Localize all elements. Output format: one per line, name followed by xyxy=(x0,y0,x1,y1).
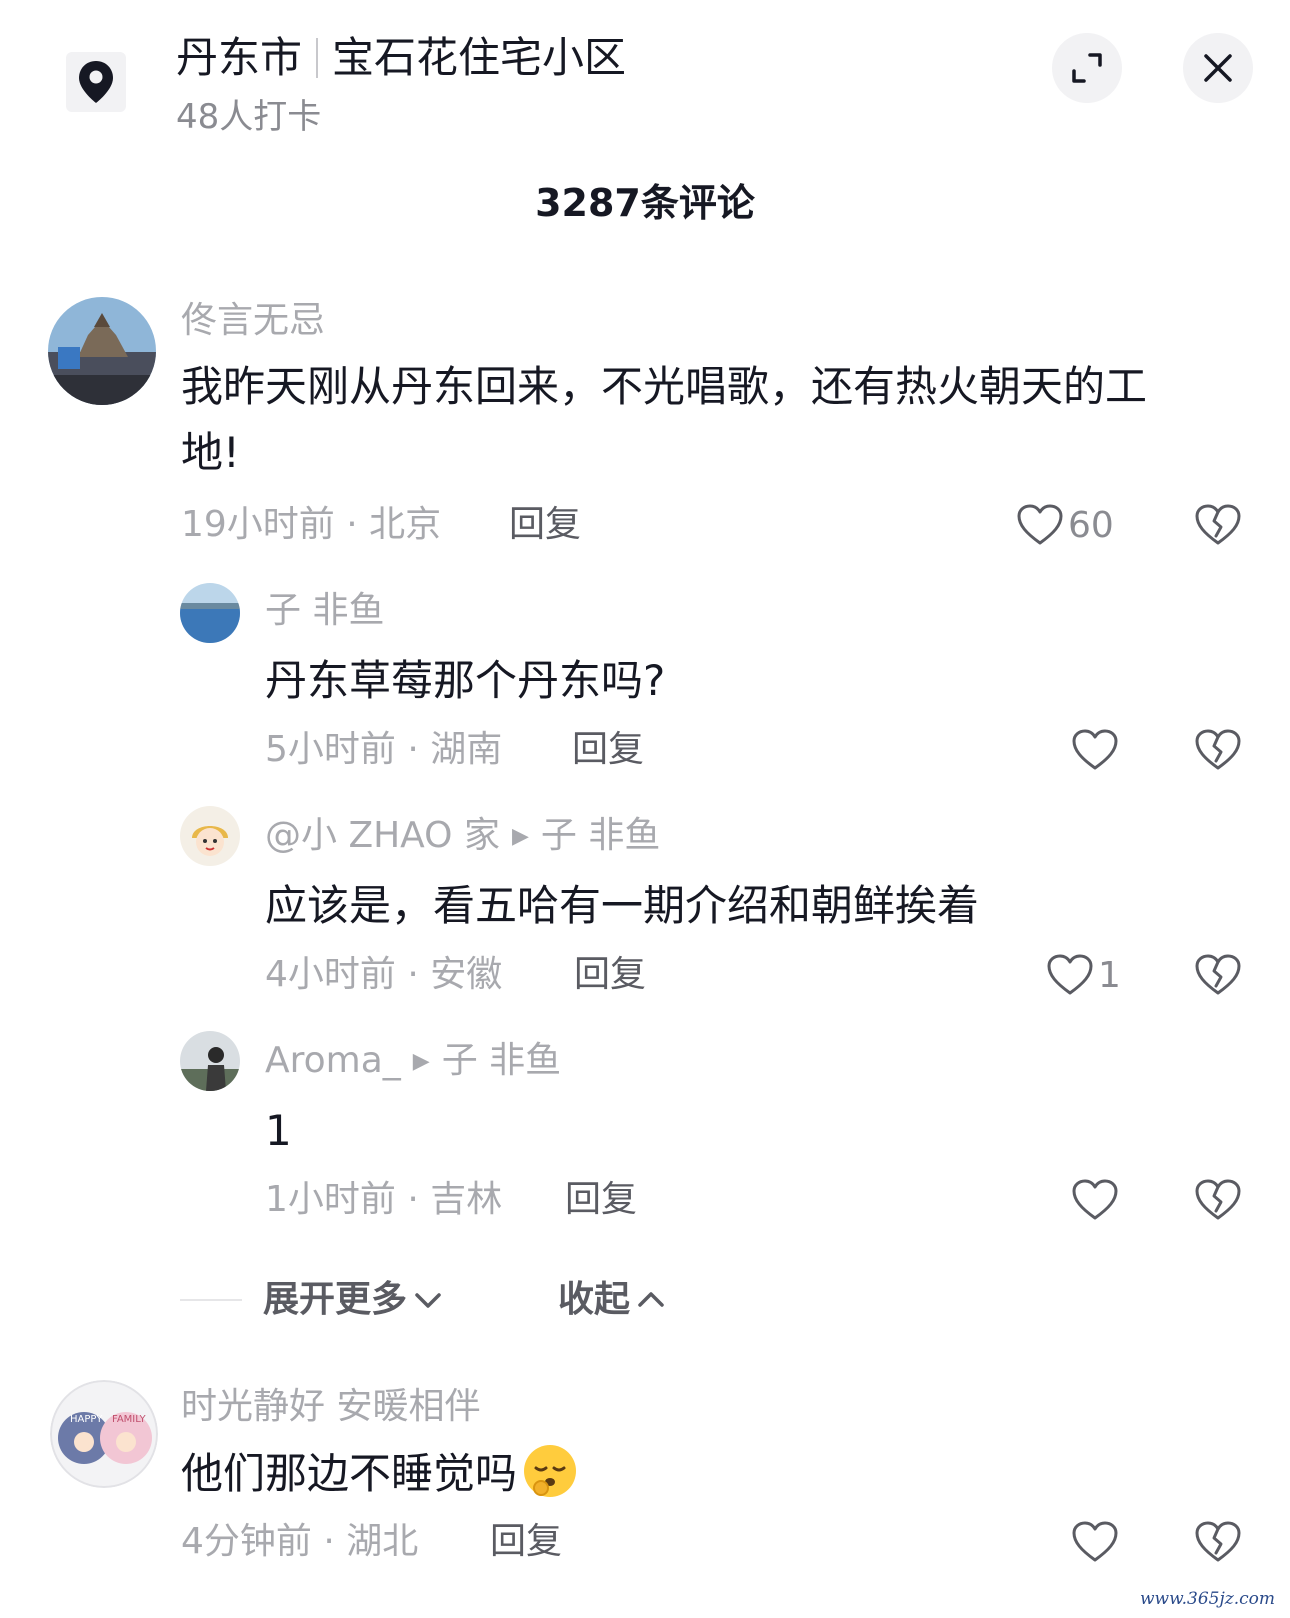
comment-text-line: 地! xyxy=(181,428,240,477)
broken-heart-icon xyxy=(1195,729,1241,770)
heart-icon xyxy=(1072,1521,1118,1562)
place-name: 宝石花住宅小区 xyxy=(332,33,627,82)
thread-divider xyxy=(180,1299,242,1301)
comment-text: 我昨天刚从丹东回来，不光唱歌，还有热火朝天的工 地! xyxy=(181,354,1147,486)
reply-button[interactable]: 回复 xyxy=(574,951,646,999)
dislike-button[interactable] xyxy=(1190,1514,1246,1570)
avatar[interactable] xyxy=(48,297,156,405)
city-name: 丹东市 xyxy=(176,33,303,82)
like-count: 60 xyxy=(1068,504,1114,546)
reply-target: 子 非鱼 xyxy=(540,815,661,856)
dislike-button[interactable] xyxy=(1190,497,1246,553)
reply-text: 丹东草莓那个丹东吗? xyxy=(265,656,666,705)
reply-text: 1 xyxy=(265,1106,292,1155)
reply-meta: 4小时前 · 安徽 xyxy=(265,954,503,995)
avatar[interactable] xyxy=(180,583,240,643)
expand-icon xyxy=(1072,53,1102,83)
reply-button[interactable]: 回复 xyxy=(565,1176,637,1224)
reply-target: 子 非鱼 xyxy=(441,1040,562,1081)
expand-more-label: 展开更多 xyxy=(263,1279,408,1320)
reply-author: @小 ZHAO 家 xyxy=(265,815,500,856)
dislike-button[interactable] xyxy=(1190,1172,1246,1228)
location-title[interactable]: 丹东市 宝石花住宅小区 xyxy=(176,30,626,86)
broken-heart-icon xyxy=(1195,504,1241,545)
broken-heart-icon xyxy=(1195,954,1241,995)
avatar-badge-text: HAPPY xyxy=(70,1414,103,1425)
reply-button[interactable]: 回复 xyxy=(572,726,644,774)
title-divider xyxy=(316,38,319,78)
reply-meta: 1小时前 · 吉林 xyxy=(265,1179,503,1220)
sleepy-face-emoji-icon xyxy=(524,1445,577,1497)
avatar[interactable] xyxy=(180,1031,240,1091)
chevron-up-icon xyxy=(638,1292,664,1307)
collapse-button[interactable]: 收起 xyxy=(558,1276,668,1324)
checkin-count: 48人打卡 xyxy=(176,97,322,137)
comment-text-line: 我昨天刚从丹东回来，不光唱歌，还有热火朝天的工 xyxy=(181,362,1148,411)
broken-heart-icon xyxy=(1195,1179,1241,1220)
like-button[interactable] xyxy=(1071,1172,1119,1228)
reply-button[interactable]: 回复 xyxy=(490,1518,562,1566)
reply-username[interactable]: Aroma_ ▶ 子 非鱼 xyxy=(265,1037,561,1086)
comment-text-line: 他们那边不睡觉吗 xyxy=(181,1449,518,1498)
heart-icon xyxy=(1072,1179,1118,1220)
watermark: www.365jz.com xyxy=(1140,1589,1275,1609)
comment-text: 他们那边不睡觉吗 xyxy=(181,1441,579,1507)
reply-username[interactable]: 子 非鱼 xyxy=(265,587,384,635)
comment-username[interactable]: 时光静好 安暖相伴 xyxy=(181,1383,480,1431)
collapse-label: 收起 xyxy=(558,1279,631,1320)
close-button[interactable] xyxy=(1183,33,1253,103)
like-button[interactable]: 1 xyxy=(1046,947,1121,1003)
reply-arrow-icon: ▶ xyxy=(511,824,529,849)
reply-meta: 5小时前 · 湖南 xyxy=(265,729,503,770)
comment-meta: 4分钟前 · 湖北 xyxy=(181,1521,419,1562)
avatar[interactable] xyxy=(180,806,240,866)
reply-button[interactable]: 回复 xyxy=(509,501,581,549)
heart-icon xyxy=(1047,954,1093,995)
expand-button[interactable] xyxy=(1052,33,1122,103)
expand-more-button[interactable]: 展开更多 xyxy=(263,1276,445,1324)
reply-author: Aroma_ xyxy=(265,1040,401,1081)
comment-username[interactable]: 佟言无忌 xyxy=(181,297,325,345)
like-count: 1 xyxy=(1098,954,1121,996)
dislike-button[interactable] xyxy=(1190,947,1246,1003)
comment-meta: 19小时前 · 北京 xyxy=(181,504,442,545)
reply-text: 应该是，看五哈有一期介绍和朝鲜挨着 xyxy=(265,881,980,930)
avatar[interactable]: HAPPY FAMILY xyxy=(50,1380,158,1488)
like-button[interactable] xyxy=(1071,722,1119,778)
comment-count-title: 3287条评论 xyxy=(535,181,755,225)
avatar-badge-text: FAMILY xyxy=(112,1414,146,1425)
reply-username[interactable]: @小 ZHAO 家 ▶ 子 非鱼 xyxy=(265,812,660,861)
dislike-button[interactable] xyxy=(1190,722,1246,778)
broken-heart-icon xyxy=(1195,1521,1241,1562)
heart-icon xyxy=(1017,504,1063,545)
close-icon xyxy=(1204,54,1232,82)
location-pin-icon xyxy=(66,52,126,112)
chevron-down-icon xyxy=(415,1293,441,1308)
like-button[interactable] xyxy=(1071,1514,1119,1570)
reply-arrow-icon: ▶ xyxy=(412,1049,430,1074)
like-button[interactable]: 60 xyxy=(1016,497,1114,553)
heart-icon xyxy=(1072,729,1118,770)
